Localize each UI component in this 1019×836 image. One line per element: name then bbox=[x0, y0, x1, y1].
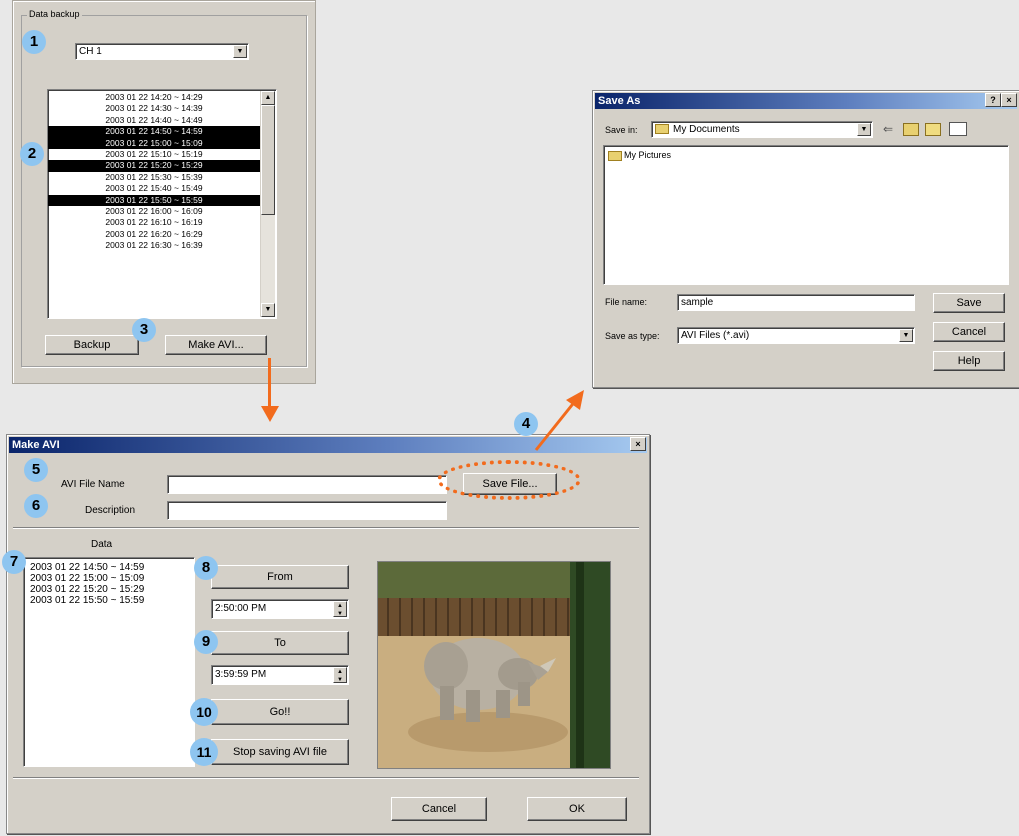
list-item[interactable]: 2003 01 22 14:50 ~ 14:59 bbox=[30, 562, 194, 573]
list-item[interactable]: 2003 01 22 16:00 ~ 16:09 bbox=[48, 206, 260, 217]
folder-item-my-pictures[interactable]: My Pictures bbox=[608, 150, 1004, 161]
badge-8: 8 bbox=[194, 556, 218, 580]
list-item[interactable]: 2003 01 22 14:20 ~ 14:29 bbox=[48, 92, 260, 103]
save-in-value: My Documents bbox=[673, 124, 740, 135]
save-in-select[interactable]: My Documents ▼ bbox=[651, 121, 873, 138]
backup-list-scrollbar[interactable]: ▲ ▼ bbox=[260, 91, 275, 317]
list-item[interactable]: 2003 01 22 15:50 ~ 15:59 bbox=[48, 194, 260, 206]
list-item[interactable]: 2003 01 22 15:30 ~ 15:39 bbox=[48, 172, 260, 183]
data-backup-panel: Data backup CH 1 ▼ 2003 01 22 14:20 ~ 14… bbox=[12, 0, 316, 384]
up-folder-icon[interactable] bbox=[903, 123, 919, 136]
go-button[interactable]: Go!! bbox=[211, 699, 349, 725]
folder-icon bbox=[608, 150, 622, 161]
scroll-thumb[interactable] bbox=[261, 105, 275, 215]
save-type-select[interactable]: AVI Files (*.avi) ▼ bbox=[677, 327, 915, 344]
folder-icon bbox=[655, 124, 669, 135]
badge-1: 1 bbox=[22, 30, 46, 54]
close-icon[interactable]: × bbox=[1001, 93, 1017, 107]
make-avi-title: Make AVI bbox=[12, 439, 60, 451]
save-as-dialog: Save As ? × Save in: My Documents ▼ ⇐ My… bbox=[592, 90, 1019, 388]
save-type-value: AVI Files (*.avi) bbox=[681, 330, 750, 341]
back-arrow-icon[interactable]: ⇐ bbox=[883, 122, 893, 136]
stop-saving-avi-button[interactable]: Stop saving AVI file bbox=[211, 739, 349, 765]
avi-file-name-label: AVI File Name bbox=[61, 479, 125, 490]
up-right-arrow-icon bbox=[534, 390, 584, 451]
channel-select-value: CH 1 bbox=[79, 46, 102, 57]
ok-button[interactable]: OK bbox=[527, 797, 627, 821]
make-avi-button[interactable]: Make AVI... bbox=[165, 335, 267, 355]
list-item[interactable]: 2003 01 22 15:50 ~ 15:59 bbox=[30, 595, 194, 606]
badge-10: 10 bbox=[190, 698, 218, 726]
chevron-down-icon[interactable]: ▼ bbox=[899, 329, 913, 342]
list-item[interactable]: 2003 01 22 14:50 ~ 14:59 bbox=[48, 126, 260, 138]
from-time-spinner[interactable]: 2:50:00 PM ▲ ▼ bbox=[211, 599, 349, 619]
backup-button[interactable]: Backup bbox=[45, 335, 139, 355]
file-browser-area[interactable]: My Pictures bbox=[603, 145, 1009, 285]
scroll-up-icon[interactable]: ▲ bbox=[261, 91, 275, 105]
view-menu-icon[interactable] bbox=[949, 122, 967, 136]
data-list-rows: 2003 01 22 14:50 ~ 14:59 2003 01 22 15:00… bbox=[30, 562, 194, 606]
badge-9: 9 bbox=[194, 630, 218, 654]
file-name-label: File name: bbox=[605, 297, 648, 307]
badge-2: 2 bbox=[20, 142, 44, 166]
help-button[interactable]: Help bbox=[933, 351, 1005, 371]
badge-5: 5 bbox=[24, 458, 48, 482]
data-list[interactable]: 2003 01 22 14:50 ~ 14:59 2003 01 22 15:00… bbox=[23, 557, 195, 767]
file-name-input[interactable]: sample bbox=[677, 294, 915, 311]
cancel-button[interactable]: Cancel bbox=[391, 797, 487, 821]
avi-file-name-input[interactable] bbox=[167, 475, 447, 494]
save-as-title: Save As bbox=[598, 95, 641, 107]
list-item[interactable]: 2003 01 22 16:30 ~ 16:39 bbox=[48, 240, 260, 251]
save-button[interactable]: Save bbox=[933, 293, 1005, 313]
save-file-highlight bbox=[437, 460, 581, 500]
description-label: Description bbox=[85, 505, 136, 516]
close-icon[interactable]: × bbox=[630, 437, 646, 451]
help-icon[interactable]: ? bbox=[985, 93, 1001, 107]
channel-select[interactable]: CH 1 ▼ bbox=[75, 43, 249, 60]
badge-3: 3 bbox=[132, 318, 156, 342]
list-item[interactable]: 2003 01 22 14:30 ~ 14:39 bbox=[48, 103, 260, 114]
list-item[interactable]: 2003 01 22 15:00 ~ 15:09 bbox=[30, 573, 194, 584]
badge-7: 7 bbox=[2, 550, 26, 574]
spin-updown-icon[interactable]: ▲ ▼ bbox=[333, 667, 347, 683]
from-button[interactable]: From bbox=[211, 565, 349, 589]
bottom-divider bbox=[13, 777, 639, 779]
data-backup-group-label: Data backup bbox=[27, 9, 82, 19]
badge-4: 4 bbox=[514, 412, 538, 436]
chevron-down-icon[interactable]: ▼ bbox=[857, 123, 871, 136]
backup-list-rows: 2003 01 22 14:20 ~ 14:29 2003 01 22 14:30… bbox=[48, 92, 260, 251]
cancel-button[interactable]: Cancel bbox=[933, 322, 1005, 342]
list-item[interactable]: 2003 01 22 15:00 ~ 15:09 bbox=[48, 137, 260, 149]
list-item[interactable]: 2003 01 22 16:20 ~ 16:29 bbox=[48, 229, 260, 240]
file-name-value: sample bbox=[681, 297, 714, 308]
badge-11: 11 bbox=[190, 738, 218, 766]
folder-item-label: My Pictures bbox=[624, 150, 672, 160]
data-label: Data bbox=[91, 539, 113, 550]
list-item[interactable]: 2003 01 22 15:20 ~ 15:29 bbox=[30, 584, 194, 595]
divider bbox=[13, 527, 639, 529]
description-input[interactable] bbox=[167, 501, 447, 520]
list-item[interactable]: 2003 01 22 16:10 ~ 16:19 bbox=[48, 217, 260, 228]
to-time-value: 3:59:59 PM bbox=[215, 669, 267, 680]
from-time-value: 2:50:00 PM bbox=[215, 603, 267, 614]
badge-6: 6 bbox=[24, 494, 48, 518]
list-item[interactable]: 2003 01 22 15:40 ~ 15:49 bbox=[48, 183, 260, 194]
to-button[interactable]: To bbox=[211, 631, 349, 655]
backup-timeslot-list[interactable]: 2003 01 22 14:20 ~ 14:29 2003 01 22 14:30… bbox=[47, 89, 277, 319]
save-type-label: Save as type: bbox=[605, 331, 660, 341]
list-item[interactable]: 2003 01 22 14:40 ~ 14:49 bbox=[48, 115, 260, 126]
down-arrow-icon bbox=[261, 406, 279, 422]
list-item[interactable]: 2003 01 22 15:10 ~ 15:19 bbox=[48, 149, 260, 160]
rhino-preview-image bbox=[378, 562, 610, 768]
spin-updown-icon[interactable]: ▲ ▼ bbox=[333, 601, 347, 617]
save-in-label: Save in: bbox=[605, 125, 638, 135]
list-item[interactable]: 2003 01 22 15:20 ~ 15:29 bbox=[48, 160, 260, 172]
video-preview bbox=[377, 561, 611, 769]
new-folder-icon[interactable] bbox=[925, 123, 941, 136]
down-arrow-line bbox=[268, 358, 271, 410]
save-as-title-bar: Save As bbox=[595, 93, 1017, 109]
to-time-spinner[interactable]: 3:59:59 PM ▲ ▼ bbox=[211, 665, 349, 685]
scroll-down-icon[interactable]: ▼ bbox=[261, 303, 275, 317]
chevron-down-icon[interactable]: ▼ bbox=[233, 45, 247, 58]
